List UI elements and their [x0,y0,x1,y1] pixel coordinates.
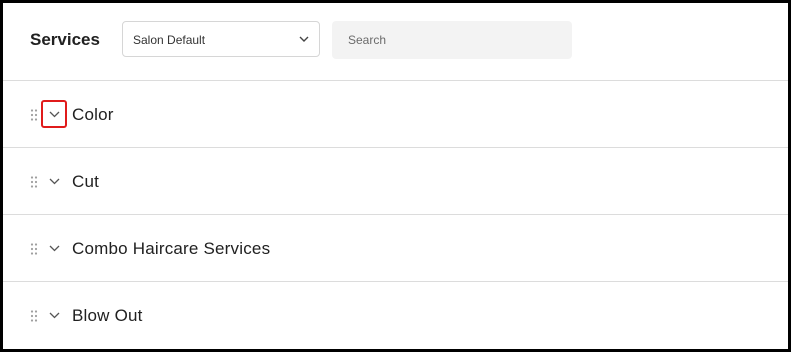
category-label: Combo Haircare Services [72,239,271,258]
expand-toggle-button[interactable] [41,100,67,128]
drag-handle-icon[interactable] [30,310,38,322]
category-row-blow-out[interactable]: Blow Out [3,282,788,348]
chevron-down-icon [299,36,309,42]
services-header: Services Salon Default Search [3,3,788,81]
drag-handle-icon[interactable] [30,109,38,121]
category-label: Blow Out [72,306,143,325]
search-placeholder: Search [348,33,387,47]
expand-toggle-button[interactable] [41,301,67,329]
chevron-down-icon [49,111,60,118]
expand-toggle-button[interactable] [41,234,67,262]
chevron-down-icon [49,178,60,185]
drag-handle-icon[interactable] [30,176,38,188]
category-label: Color [72,105,114,124]
salon-select-value: Salon Default [133,33,206,47]
salon-select[interactable]: Salon Default [122,21,320,57]
drag-handle-icon[interactable] [30,243,38,255]
chevron-down-icon [49,312,60,319]
category-row-combo-haircare-services[interactable]: Combo Haircare Services [3,215,788,282]
page-title: Services [30,30,100,49]
category-label: Cut [72,172,100,191]
category-row-cut[interactable]: Cut [3,148,788,215]
app-window: Services Salon Default Search Color Cut … [0,0,791,352]
search-input[interactable]: Search [332,21,572,59]
expand-toggle-button[interactable] [41,167,67,195]
category-row-color[interactable]: Color [3,81,788,148]
chevron-down-icon [49,245,60,252]
